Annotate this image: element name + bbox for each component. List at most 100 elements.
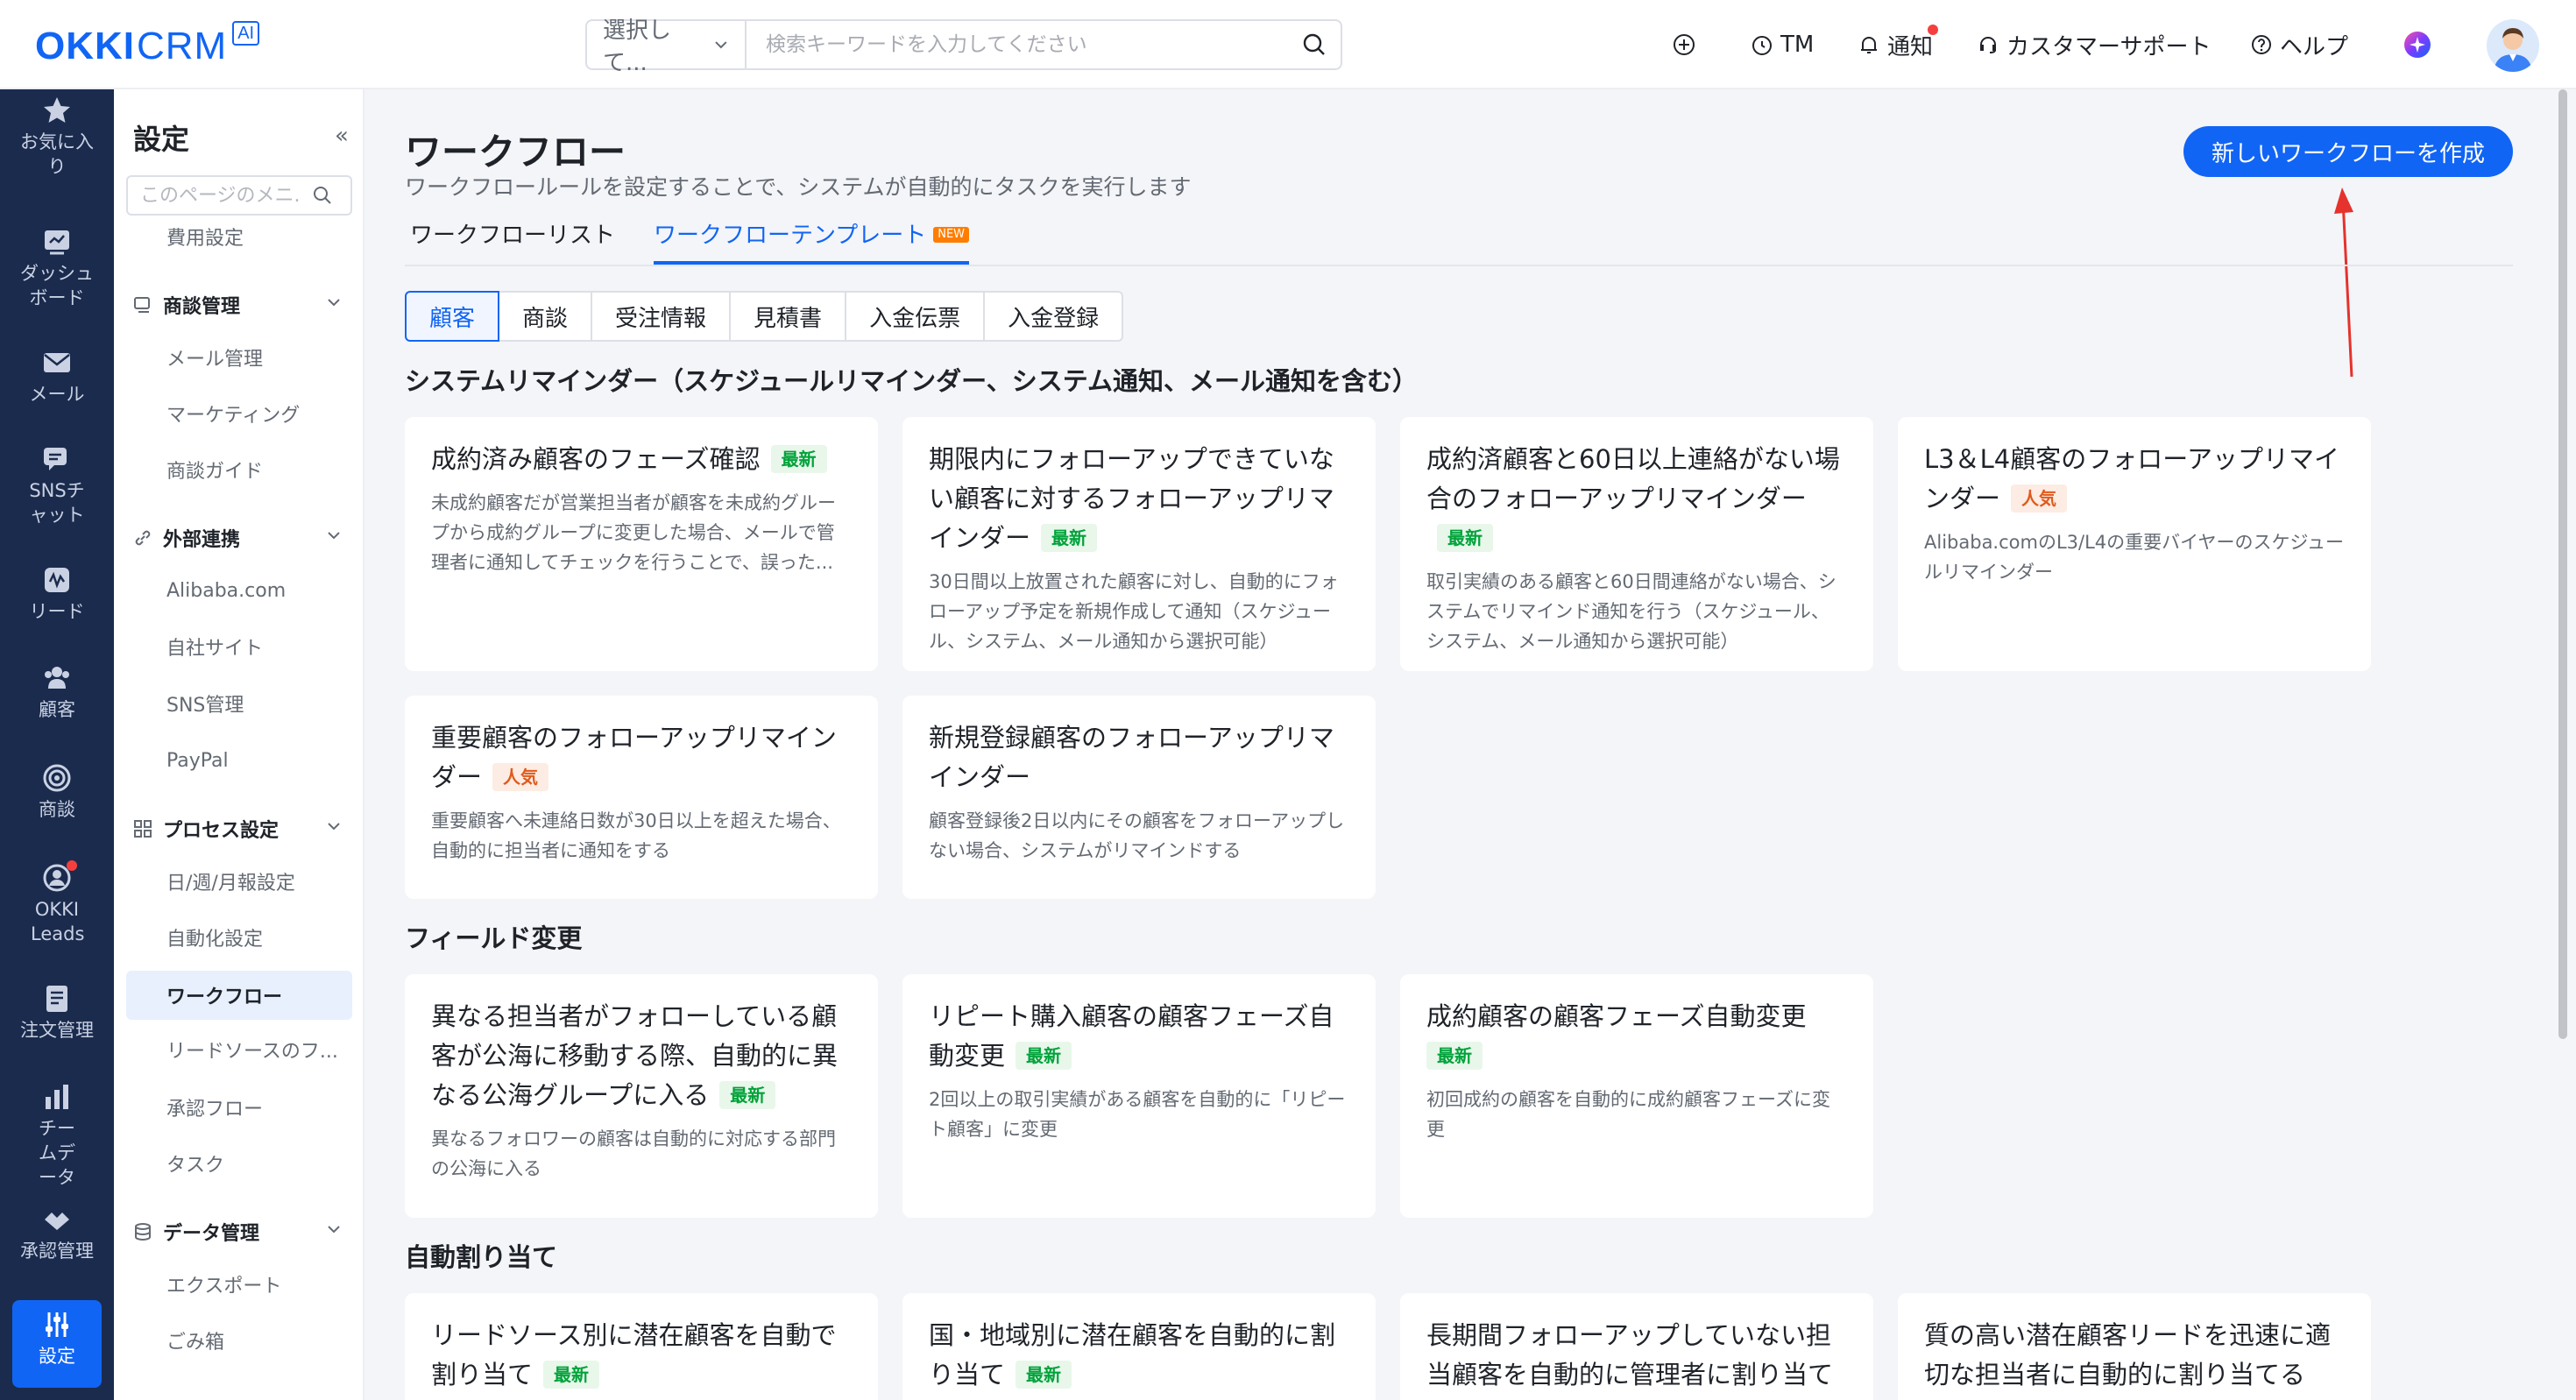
card-title: リピート購入顧客の顧客フェーズ自動変更 最新	[929, 1001, 1334, 1071]
tab-workflow-templates[interactable]: ワークフローテンプレート NEW	[654, 217, 970, 265]
search-icon[interactable]	[1288, 32, 1341, 57]
rail-label-team-data: チームデータ	[39, 1118, 75, 1188]
customer-support-button[interactable]: カスタマーサポート	[1977, 25, 2211, 65]
subnav-group-deals[interactable]: 商談管理	[133, 286, 352, 324]
create-workflow-button[interactable]: 新しいワークフローを作成	[2183, 126, 2513, 177]
rail-label-settings: 設定	[39, 1346, 75, 1367]
template-card[interactable]: L3＆L4顧客のフォローアップリマインダー 人気 Alibaba.comのL3/L…	[1898, 417, 2371, 671]
object-type-segmented: 顧客 商談 受注情報 見積書 入金伝票 入金登録	[405, 291, 1124, 342]
search-input[interactable]	[747, 21, 1288, 68]
search-scope-select[interactable]: 選択して...	[587, 18, 747, 76]
notification-dot	[1928, 25, 1938, 35]
page-title: ワークフロー	[405, 131, 626, 173]
template-card[interactable]: 成約済み顧客のフェーズ確認 最新 未成約顧客だが営業担当者が顧客を未成約グループか…	[405, 417, 878, 671]
segment-quotes[interactable]: 見積書	[729, 291, 847, 342]
template-card[interactable]: 重要顧客のフォローアップリマインダー 人気 重要顧客へ未連絡日数が30日以上を超え…	[405, 696, 878, 899]
card-description: 取引実績のある顧客と60日間連絡がない場合、システムでリマインド通知を行う（スケ…	[1426, 571, 1836, 652]
mail-icon	[44, 353, 70, 372]
subnav-item-sns-management[interactable]: SNS管理	[126, 679, 352, 728]
card-description: 30日間以上放置された顧客に対し、自動的にフォローアップ予定を新規作成して通知（…	[929, 571, 1339, 652]
rail-item-settings[interactable]: 設定	[0, 1300, 114, 1388]
card-badge: 最新	[1426, 1042, 1483, 1070]
subnav-group-data[interactable]: データ管理	[133, 1213, 352, 1251]
subnav-item-mail-management[interactable]: メール管理	[126, 333, 352, 382]
template-card[interactable]: 成約済顧客と60日以上連絡がない場合のフォローアップリマインダー最新 取引実績の…	[1400, 417, 1873, 671]
subnav-item-marketing[interactable]: マーケティング	[126, 389, 352, 438]
template-card[interactable]: 新規登録顧客のフォローアップリマインダー 顧客登録後2日以内にその顧客をフォロー…	[902, 696, 1376, 899]
scrollbar-thumb[interactable]	[2558, 89, 2567, 1039]
rail-item-orders[interactable]: 注文管理	[0, 983, 114, 1043]
collapse-icon[interactable]: «	[335, 123, 349, 149]
card-title: 質の高い潜在顧客リードを迅速に適切な担当者に自動的に割り当てる	[1924, 1320, 2332, 1389]
template-card[interactable]: 国・地域別に潜在顧客を自動的に割り当て 最新	[902, 1293, 1376, 1400]
template-card[interactable]: 質の高い潜在顧客リードを迅速に適切な担当者に自動的に割り当てる	[1898, 1293, 2371, 1400]
subnav-search-input[interactable]	[128, 184, 312, 207]
rail-label-favorites: お気に入り	[20, 131, 94, 177]
logo-okki: OKKI	[35, 25, 135, 67]
rail-item-mail[interactable]: メール	[0, 347, 114, 407]
okki-crm-logo[interactable]: OKKI CRM AI	[35, 21, 260, 68]
card-description: 初回成約の顧客を自動的に成約顧客フェーズに変更	[1426, 1089, 1830, 1140]
rail-item-customers[interactable]: 顧客	[0, 662, 114, 722]
subnav-item-workflow[interactable]: ワークフロー	[126, 971, 352, 1020]
segment-orders[interactable]: 受注情報	[591, 291, 732, 342]
card-badge: 人気	[492, 763, 549, 791]
rail-label-orders: 注文管理	[20, 1020, 94, 1041]
chevron-down-icon	[328, 1226, 340, 1234]
rail-item-favorites[interactable]: お気に入り	[0, 95, 114, 179]
search-icon[interactable]	[312, 185, 333, 206]
page-subtitle: ワークフロールールを設定することで、システムが自動的にタスクを実行します	[405, 174, 1192, 200]
page-scrollbar[interactable]	[2551, 89, 2576, 1400]
rail-label-deals: 商談	[39, 799, 75, 820]
subnav-item-report-settings[interactable]: 日/週/月報設定	[126, 857, 352, 906]
subnav-item-automation[interactable]: 自動化設定	[126, 913, 352, 962]
card-badge: 人気	[2011, 484, 2068, 513]
segment-deals[interactable]: 商談	[498, 291, 593, 342]
rail-item-leads[interactable]: リード	[0, 564, 114, 624]
template-card[interactable]: 異なる担当者がフォローしている顧客が公海に移動する際、自動的に異なる公海グループ…	[405, 974, 878, 1218]
subnav-item-lead-source[interactable]: リードソースのフ...	[126, 1025, 352, 1074]
subnav-item-trash[interactable]: ごみ箱	[126, 1316, 352, 1365]
tab-workflow-list[interactable]: ワークフローリスト	[410, 217, 615, 265]
subnav-item-own-site[interactable]: 自社サイト	[126, 622, 352, 671]
rail-item-team-data[interactable]: チームデータ	[0, 1081, 114, 1190]
subnav-group-integrations[interactable]: 外部連携	[133, 519, 352, 557]
card-title: 成約顧客の顧客フェーズ自動変更 最新	[1426, 997, 1847, 1076]
subnav-item-approval-flow[interactable]: 承認フロー	[126, 1083, 352, 1132]
chat-icon	[44, 448, 67, 470]
subnav-item-paypal[interactable]: PayPal	[126, 736, 352, 785]
card-title: 長期間フォローアップしていない担当顧客を自動的に管理者に割り当て	[1426, 1320, 1834, 1389]
rail-label-leads: リード	[29, 601, 85, 622]
template-card[interactable]: リードソース別に潜在顧客を自動で割り当て 最新	[405, 1293, 878, 1400]
subnav-item-tasks[interactable]: タスク	[126, 1139, 352, 1188]
segment-customers[interactable]: 顧客	[405, 291, 500, 342]
ai-assistant-icon[interactable]	[2403, 25, 2432, 65]
subnav-item-deal-guide[interactable]: 商談ガイド	[126, 445, 352, 494]
help-button[interactable]: ヘルプ	[2250, 25, 2348, 65]
rail-item-deals[interactable]: 商談	[0, 762, 114, 822]
subnav-item-cost-settings[interactable]: 費用設定	[126, 212, 352, 261]
template-card[interactable]: 成約顧客の顧客フェーズ自動変更 最新 初回成約の顧客を自動的に成約顧客フェーズに変…	[1400, 974, 1873, 1218]
segment-payments[interactable]: 入金登録	[983, 291, 1124, 342]
order-icon	[46, 986, 67, 1012]
subnav-group-process[interactable]: プロセス設定	[133, 810, 352, 848]
rail-item-okki-leads[interactable]: OKKI Leads	[0, 860, 114, 946]
card-badge: 最新	[543, 1361, 600, 1389]
subnav-item-alibaba[interactable]: Alibaba.com	[126, 566, 352, 615]
rail-item-approval[interactable]: 承認管理	[0, 1204, 114, 1263]
add-icon[interactable]	[1672, 25, 1696, 65]
template-card[interactable]: リピート購入顧客の顧客フェーズ自動変更 最新 2回以上の取引実績がある顧客を自動的…	[902, 974, 1376, 1218]
template-card[interactable]: 長期間フォローアップしていない担当顧客を自動的に管理者に割り当て	[1400, 1293, 1873, 1400]
card-badge: 最新	[1016, 1361, 1072, 1389]
notification-button[interactable]: 通知	[1858, 25, 1938, 65]
template-card[interactable]: 期限内にフォローアップできていない顧客に対するフォローアップリマインダー 最新 3…	[902, 417, 1376, 671]
top-header: OKKI CRM AI 選択して... TM 通知 カスタマーサポート ヘルプ	[0, 0, 2576, 89]
tm-label: TM	[1780, 32, 1815, 58]
tm-button[interactable]: TM	[1751, 25, 1814, 65]
subnav-item-export[interactable]: エクスポート	[126, 1260, 352, 1309]
rail-label-okki-leads: OKKI Leads	[31, 899, 85, 944]
rail-item-sns-chat[interactable]: SNSチャット	[0, 443, 114, 527]
user-avatar[interactable]	[2487, 19, 2539, 72]
segment-receipts[interactable]: 入金伝票	[845, 291, 986, 342]
rail-item-dashboard[interactable]: ダッシュボード	[0, 226, 114, 310]
